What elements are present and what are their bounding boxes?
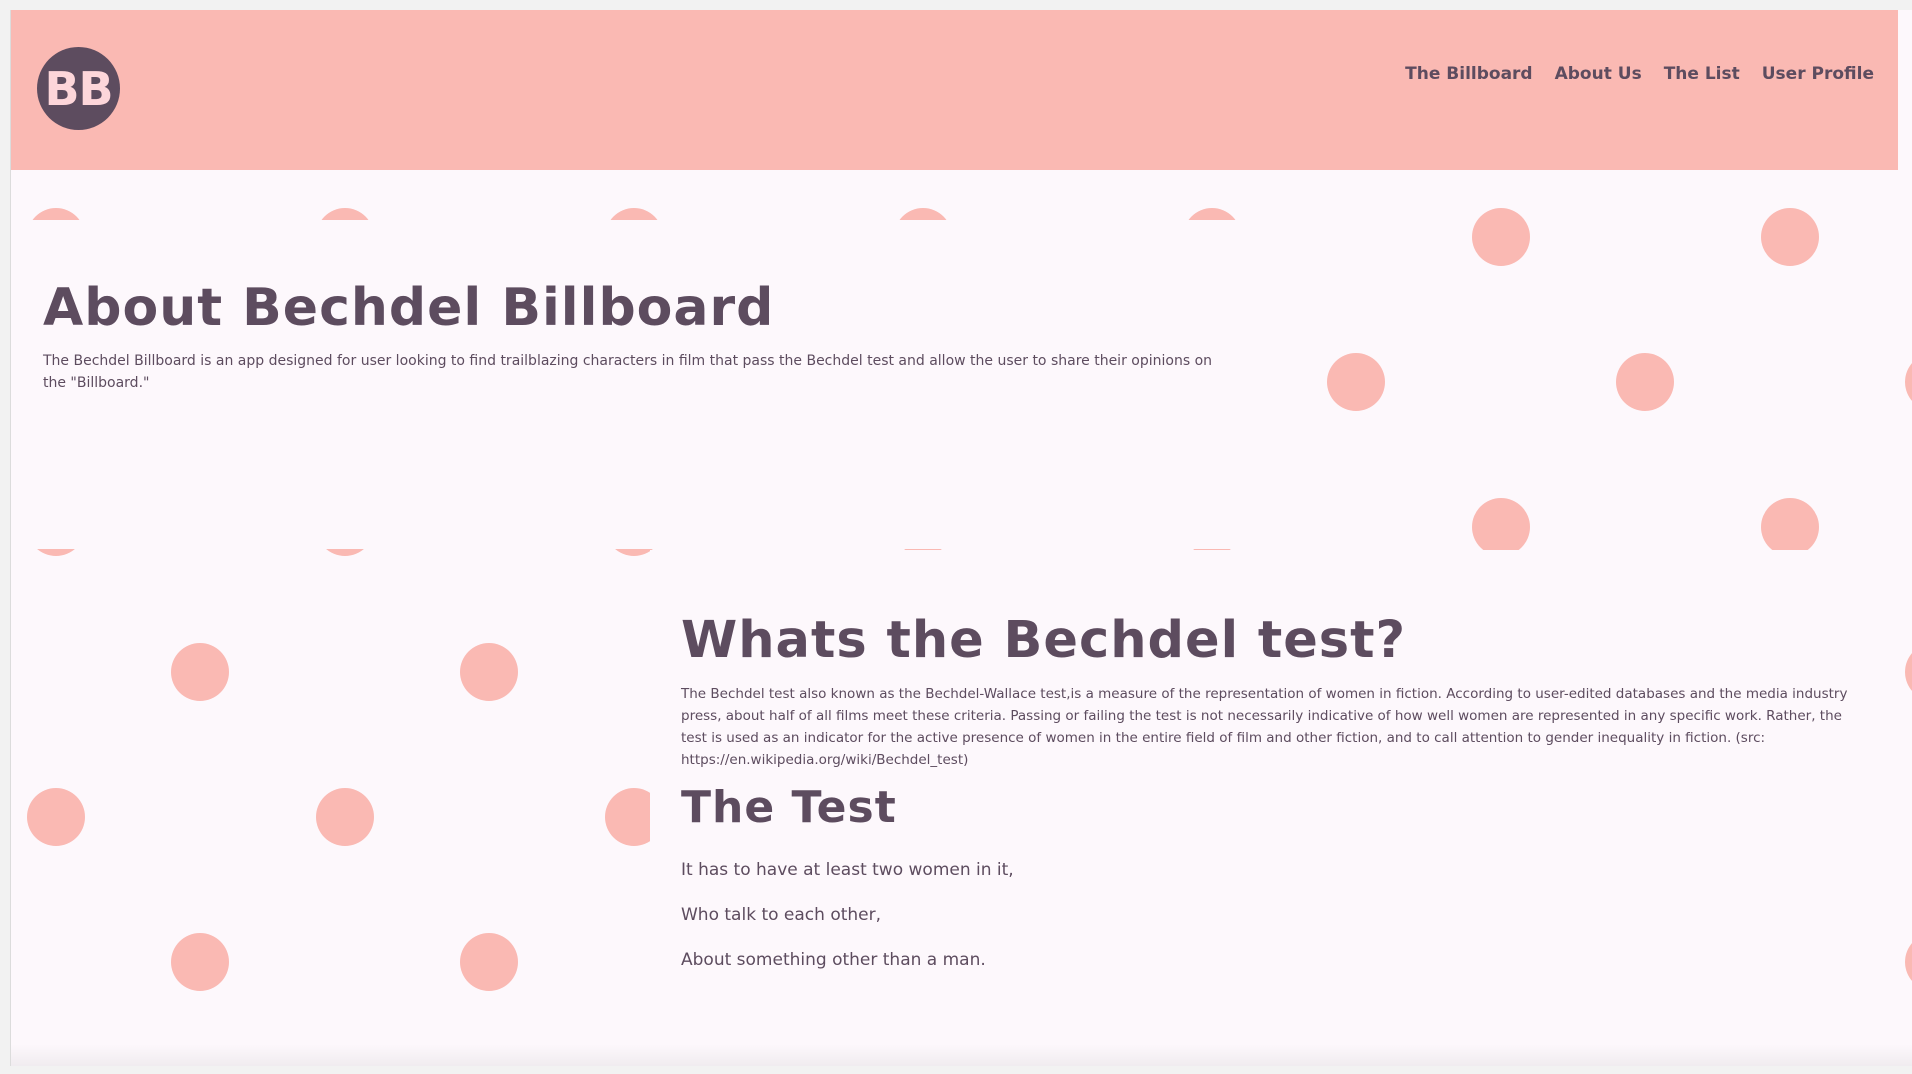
nav-link-user-profile[interactable]: User Profile <box>1762 64 1874 84</box>
decorative-dot <box>1472 498 1530 556</box>
bechdel-test-title: Whats the Bechdel test? <box>681 611 1407 670</box>
viewport-bottom-shadow <box>11 1044 1912 1066</box>
the-test-title: The Test <box>681 782 897 833</box>
decorative-dot <box>171 933 229 991</box>
bechdel-test-description: The Bechdel test also known as the Bechd… <box>681 686 1848 768</box>
decorative-dot <box>1905 933 1912 991</box>
nav-link-the-list[interactable]: The List <box>1664 64 1740 84</box>
logo-text: BB <box>44 61 113 116</box>
site-header: BB The Billboard About Us The List User … <box>11 10 1898 170</box>
nav-link-the-billboard[interactable]: The Billboard <box>1405 64 1532 84</box>
decorative-dot <box>460 933 518 991</box>
about-title: About Bechdel Billboard <box>43 278 775 338</box>
decorative-dot <box>27 788 85 846</box>
decorative-dot <box>316 788 374 846</box>
main-nav: The Billboard About Us The List User Pro… <box>1405 64 1874 84</box>
decorative-dot <box>1905 643 1912 701</box>
decorative-dot <box>1472 208 1530 266</box>
decorative-dot <box>1905 353 1912 411</box>
decorative-dot <box>1327 353 1385 411</box>
decorative-dot <box>1761 208 1819 266</box>
browser-viewport: BB The Billboard About Us The List User … <box>10 10 1912 1066</box>
decorative-dot <box>460 643 518 701</box>
nav-link-about-us[interactable]: About Us <box>1555 64 1642 84</box>
decorative-dot <box>171 643 229 701</box>
bb-logo[interactable]: BB <box>37 47 120 130</box>
test-rule-1: It has to have at least two women in it, <box>681 860 1014 880</box>
decorative-dot <box>1616 353 1674 411</box>
about-description: The Bechdel Billboard is an app designed… <box>43 353 1213 391</box>
test-rule-2: Who talk to each other, <box>681 905 882 925</box>
decorative-dot <box>1761 498 1819 556</box>
row-band-mask <box>891 550 1831 551</box>
test-rule-3: About something other than a man. <box>681 950 986 970</box>
